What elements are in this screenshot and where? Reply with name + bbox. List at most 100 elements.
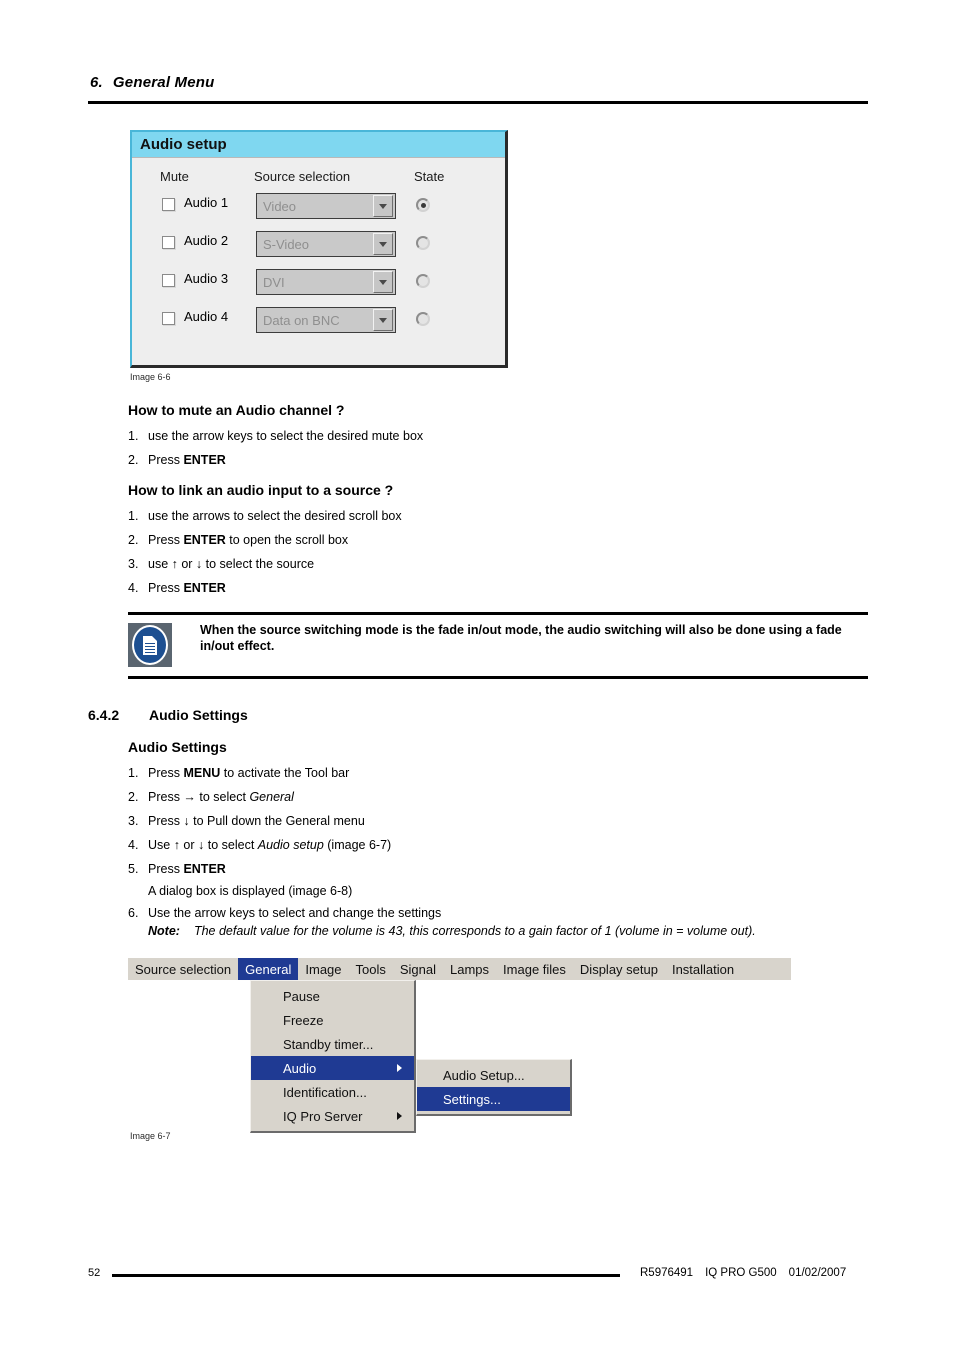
column-header-mute: Mute (160, 169, 189, 184)
menubar: Source selection General Image Tools Sig… (128, 958, 791, 980)
general-dropdown-menu: Pause Freeze Standby timer... Audio Iden… (250, 980, 416, 1133)
header-divider (88, 101, 868, 104)
list-marker: 5. (128, 862, 139, 876)
list-item: 3. use ↑ or ↓ to select the source (128, 557, 402, 572)
audio-channel-label: Audio 1 (184, 195, 229, 210)
list-marker: 2. (128, 453, 139, 467)
menubar-item-display-setup[interactable]: Display setup (573, 958, 665, 980)
menubar-item-source-selection[interactable]: Source selection (128, 958, 238, 980)
menubar-item-lamps[interactable]: Lamps (443, 958, 496, 980)
mute-checkbox-audio-1[interactable] (162, 198, 175, 211)
menubar-item-signal[interactable]: Signal (393, 958, 443, 980)
list-text-bold: ENTER (183, 581, 226, 595)
figure-caption-6-7: Image 6-7 (130, 1131, 171, 1141)
menu-item-iq-pro-server[interactable]: IQ Pro Server (251, 1104, 414, 1128)
menu-item-audio[interactable]: Audio (251, 1056, 414, 1080)
list-text: use the arrow keys to select the desired… (148, 429, 424, 443)
submenu-item-settings[interactable]: Settings... (417, 1087, 570, 1111)
note-divider-top (128, 612, 868, 615)
list-marker: 2. (128, 790, 139, 804)
state-radio-audio-2[interactable] (416, 236, 430, 250)
list-text-bold: MENU (183, 766, 221, 780)
dialog-displayed-note: A dialog box is displayed (image 6-8) (148, 884, 353, 898)
audio-row: Audio 1 Video (132, 192, 505, 226)
inline-note: Note: The default value for the volume is… (148, 924, 756, 938)
figure-caption-6-6: Image 6-6 (130, 372, 171, 382)
menubar-item-tools[interactable]: Tools (349, 958, 393, 980)
list-text: Press (148, 453, 184, 467)
list-item: 2. Press → to select General (128, 790, 391, 805)
mute-checkbox-audio-4[interactable] (162, 312, 175, 325)
submenu-item-audio-setup[interactable]: Audio Setup... (417, 1063, 570, 1087)
subheading-audio-settings: Audio Settings (128, 739, 227, 755)
chevron-down-icon[interactable] (373, 309, 393, 331)
audio-row: Audio 2 S-Video (132, 230, 505, 264)
state-radio-audio-1[interactable] (416, 198, 430, 212)
list-text-bold: ENTER (183, 533, 226, 547)
footer-divider (112, 1274, 620, 1277)
list-item: 4. Use ↑ or ↓ to select Audio setup (ima… (128, 838, 391, 853)
menu-item-freeze[interactable]: Freeze (251, 1008, 414, 1032)
source-select-audio-2[interactable]: S-Video (256, 231, 396, 257)
state-radio-audio-3[interactable] (416, 274, 430, 288)
section-number: 6.4.2 (88, 707, 120, 723)
source-select-value: Video (263, 198, 297, 214)
steps-how-to-link: 1. use the arrows to select the desired … (128, 509, 402, 605)
source-select-audio-4[interactable]: Data on BNC (256, 307, 396, 333)
list-text: Press (148, 533, 184, 547)
source-select-audio-1[interactable]: Video (256, 193, 396, 219)
list-text-bold: ENTER (183, 453, 226, 467)
dialog-body: Mute Source selection State Audio 1 Vide… (132, 158, 505, 364)
list-text: Press (148, 581, 184, 595)
chapter-number: 6. (90, 74, 103, 91)
list-item: 2. Press ENTER (128, 453, 423, 468)
menu-item-label: Audio (283, 1060, 317, 1076)
menubar-item-image-files[interactable]: Image files (496, 958, 573, 980)
heading-how-to-mute: How to mute an Audio channel ? (128, 402, 345, 418)
list-marker: 2. (128, 533, 139, 547)
column-header-state: State (414, 169, 445, 184)
note-text: When the source switching mode is the fa… (200, 623, 842, 653)
source-select-value: S-Video (263, 236, 310, 252)
audio-channel-label: Audio 4 (184, 309, 229, 324)
list-text: Press (148, 862, 184, 876)
submenu-arrow-icon (397, 1112, 402, 1120)
footer-product: IQ PRO G500 (705, 1267, 777, 1279)
chevron-down-icon[interactable] (373, 271, 393, 293)
list-text-bold: ENTER (183, 862, 226, 876)
list-text: use ↑ or ↓ to select the source (148, 557, 315, 571)
menu-item-identification[interactable]: Identification... (251, 1080, 414, 1104)
audio-row: Audio 3 DVI (132, 268, 505, 302)
footer-meta: R5976491 IQ PRO G500 01/02/2007 (640, 1267, 846, 1279)
list-marker: 4. (128, 581, 139, 595)
list-item: 6. Use the arrow keys to select and chan… (128, 906, 441, 921)
mute-checkbox-audio-2[interactable] (162, 236, 175, 249)
list-item: 1. use the arrow keys to select the desi… (128, 429, 423, 444)
list-marker: 6. (128, 906, 139, 920)
source-select-value: DVI (263, 274, 285, 290)
audio-channel-label: Audio 2 (184, 233, 229, 248)
menubar-item-image[interactable]: Image (298, 958, 348, 980)
list-item: 5. Press ENTER (128, 862, 391, 877)
chevron-down-icon[interactable] (373, 195, 393, 217)
list-text: use the arrows to select the desired scr… (148, 509, 402, 523)
chevron-down-icon[interactable] (373, 233, 393, 255)
list-text-italic: General (249, 790, 294, 804)
list-marker: 3. (128, 814, 139, 828)
list-marker: 3. (128, 557, 139, 571)
list-marker: 1. (128, 509, 139, 523)
footer-part-number: R5976491 (640, 1267, 694, 1279)
menu-item-pause[interactable]: Pause (251, 984, 414, 1008)
list-item: 3. Press ↓ to Pull down the General menu (128, 814, 391, 829)
audio-submenu: Audio Setup... Settings... (416, 1059, 572, 1116)
source-select-audio-3[interactable]: DVI (256, 269, 396, 295)
menubar-item-general[interactable]: General (238, 958, 299, 980)
list-item: 1. use the arrows to select the desired … (128, 509, 402, 524)
list-marker: 1. (128, 429, 139, 443)
menu-item-standby-timer[interactable]: Standby timer... (251, 1032, 414, 1056)
mute-checkbox-audio-3[interactable] (162, 274, 175, 287)
steps-audio-settings: 1. Press MENU to activate the Tool bar 2… (128, 766, 391, 886)
chapter-header: 6. General Menu (90, 74, 215, 91)
menubar-item-installation[interactable]: Installation (665, 958, 741, 980)
state-radio-audio-4[interactable] (416, 312, 430, 326)
